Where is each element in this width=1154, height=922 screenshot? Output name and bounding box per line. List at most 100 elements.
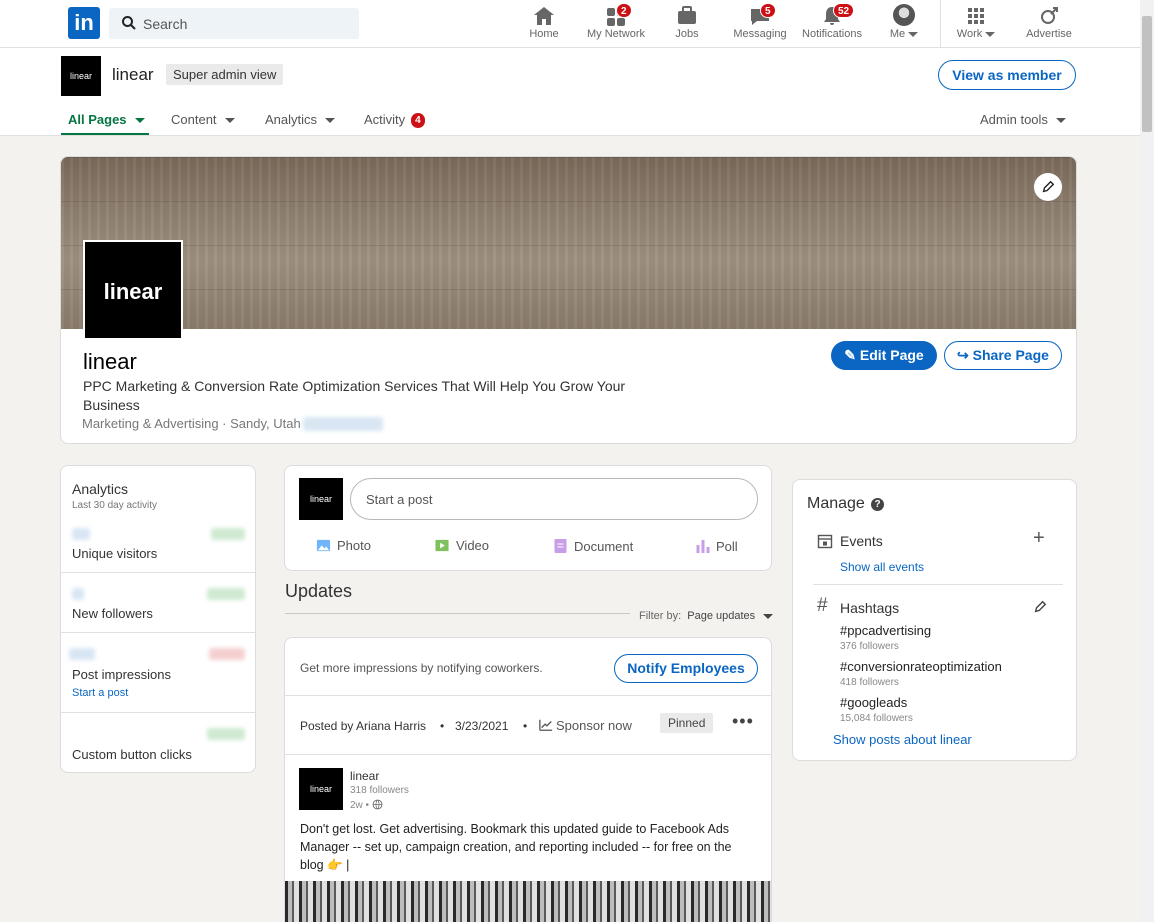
nav-notifications-label: Notifications xyxy=(802,28,862,40)
photo-icon xyxy=(316,539,331,552)
metric-change xyxy=(207,728,245,740)
post-author-line: Posted by Ariana Harris xyxy=(300,719,427,733)
nav-work[interactable]: Work xyxy=(952,0,1000,48)
active-tab-indicator xyxy=(61,133,149,135)
briefcase-icon xyxy=(678,6,696,24)
video-label: Video xyxy=(456,538,490,553)
tab-analytics[interactable]: Analytics xyxy=(265,112,336,127)
show-posts-link[interactable]: Show posts about linear xyxy=(833,732,972,747)
pinned-badge: Pinned xyxy=(660,713,714,733)
hashtag-name[interactable]: #conversionrateoptimization xyxy=(840,659,1002,674)
tab-analytics-label: Analytics xyxy=(265,112,318,127)
admin-bar: linear linear Super admin view View as m… xyxy=(0,48,1140,136)
top-navigation: in Search Home 2 My Network Jobs 5 Messa… xyxy=(0,0,1140,48)
edit-hashtags-icon[interactable] xyxy=(1033,600,1047,614)
post-image[interactable] xyxy=(285,881,771,922)
nav-messaging[interactable]: 5 Messaging xyxy=(730,0,790,48)
start-a-post-link[interactable]: Start a post xyxy=(72,687,128,699)
cover-image xyxy=(61,157,1076,329)
page-tagline-line1: PPC Marketing & Conversion Rate Optimiza… xyxy=(83,378,626,394)
video-button[interactable]: Video xyxy=(433,538,489,553)
analytics-card: Analytics Last 30 day activity Unique vi… xyxy=(60,465,256,773)
scrollbar-thumb[interactable] xyxy=(1142,16,1152,132)
start-post-input[interactable]: Start a post xyxy=(350,478,758,520)
nav-home[interactable]: Home xyxy=(524,0,564,48)
add-event-icon[interactable]: + xyxy=(1033,527,1045,550)
composer-page-logo: linear xyxy=(299,478,343,520)
events-label: Events xyxy=(840,533,883,549)
show-all-events-link[interactable]: Show all events xyxy=(840,560,924,574)
search-placeholder: Search xyxy=(143,16,188,32)
tab-all-pages[interactable]: All Pages xyxy=(68,112,145,127)
tab-all-pages-label: All Pages xyxy=(68,112,127,127)
page-scrollbar[interactable] xyxy=(1140,0,1154,922)
admin-page-logo: linear xyxy=(61,56,101,96)
document-label: Document xyxy=(574,539,634,554)
hashtag-name[interactable]: #googleads xyxy=(840,695,907,710)
trending-icon xyxy=(539,719,553,731)
metric-value xyxy=(72,528,90,540)
post-body-line1: Don't get lost. Get advertising. Bookmar… xyxy=(300,822,730,836)
sponsor-now-button[interactable]: Sponsor now xyxy=(539,718,632,733)
help-icon[interactable]: ? xyxy=(871,498,884,511)
poll-icon xyxy=(696,540,710,553)
nav-me[interactable]: Me xyxy=(884,0,924,48)
nav-me-label: Me xyxy=(889,28,906,40)
calendar-icon xyxy=(817,534,833,549)
edit-cover-button[interactable] xyxy=(1034,173,1062,201)
hashtag-followers: 15,084 followers xyxy=(840,713,913,724)
post-date: 3/23/2021 xyxy=(455,719,509,733)
super-admin-badge: Super admin view xyxy=(166,64,284,85)
tab-activity-label: Activity xyxy=(364,112,406,127)
share-page-button[interactable]: ↪ Share Page xyxy=(944,341,1062,370)
notify-prompt: Get more impressions by notifying cowork… xyxy=(300,661,543,675)
post-author-name[interactable]: linear xyxy=(350,769,379,783)
updates-title: Updates xyxy=(285,581,353,601)
admin-tools-menu[interactable]: Admin tools xyxy=(980,112,1066,127)
notifications-badge: 52 xyxy=(833,3,855,18)
nav-advertise[interactable]: Advertise xyxy=(1020,0,1078,48)
globe-icon xyxy=(372,799,383,810)
feed-card: Get more impressions by notifying cowork… xyxy=(284,637,772,922)
photo-button[interactable]: Photo xyxy=(315,538,371,553)
nav-notifications[interactable]: 52 Notifications xyxy=(800,0,864,48)
hashtag-followers: 376 followers xyxy=(840,641,899,652)
search-input[interactable]: Search xyxy=(109,8,359,39)
poll-button[interactable]: Poll xyxy=(694,538,738,554)
hashtag-icon: # xyxy=(817,595,828,616)
admin-tools-label: Admin tools xyxy=(980,112,1048,127)
metric-label-unique-visitors: Unique visitors xyxy=(72,546,158,561)
post-age: 2w • xyxy=(350,799,383,811)
video-icon xyxy=(435,539,449,552)
tab-activity[interactable]: Activity 4 xyxy=(364,112,425,129)
nav-home-label: Home xyxy=(529,28,559,40)
post-body-line3: blog 👉 | xyxy=(300,858,350,872)
tab-content[interactable]: Content xyxy=(171,112,235,127)
hashtags-label: Hashtags xyxy=(840,600,900,616)
hashtag-name[interactable]: #ppcadvertising xyxy=(840,623,931,638)
document-button[interactable]: Document xyxy=(552,538,633,554)
post-follower-count: 318 followers xyxy=(350,785,409,796)
nav-jobs[interactable]: Jobs xyxy=(667,0,707,48)
metric-change xyxy=(209,648,245,660)
metric-value xyxy=(72,588,84,600)
linkedin-logo[interactable]: in xyxy=(68,7,100,39)
filter-by-label: Filter by: xyxy=(639,610,682,622)
filter-by-dropdown[interactable]: Filter by: Page updates xyxy=(639,610,774,622)
avatar xyxy=(893,4,915,26)
post-composer-card: linear Start a post Photo Video Document… xyxy=(284,465,772,571)
notify-employees-button[interactable]: Notify Employees xyxy=(614,654,758,683)
photo-label: Photo xyxy=(337,538,371,553)
home-icon xyxy=(534,7,554,25)
nav-my-network-label: My Network xyxy=(586,28,646,40)
share-page-label: Share Page xyxy=(972,347,1049,363)
edit-page-button[interactable]: ✎ Edit Page xyxy=(831,341,937,370)
nav-messaging-label: Messaging xyxy=(733,28,787,40)
post-body-line2: Manager -- set up, campaign creation, an… xyxy=(300,840,732,854)
view-as-member-button[interactable]: View as member xyxy=(938,60,1076,90)
nav-work-label: Work xyxy=(956,28,983,40)
more-options-icon[interactable]: ••• xyxy=(732,711,754,732)
tab-content-label: Content xyxy=(171,112,217,127)
page-title: linear xyxy=(83,349,137,374)
nav-my-network[interactable]: 2 My Network xyxy=(584,0,648,48)
